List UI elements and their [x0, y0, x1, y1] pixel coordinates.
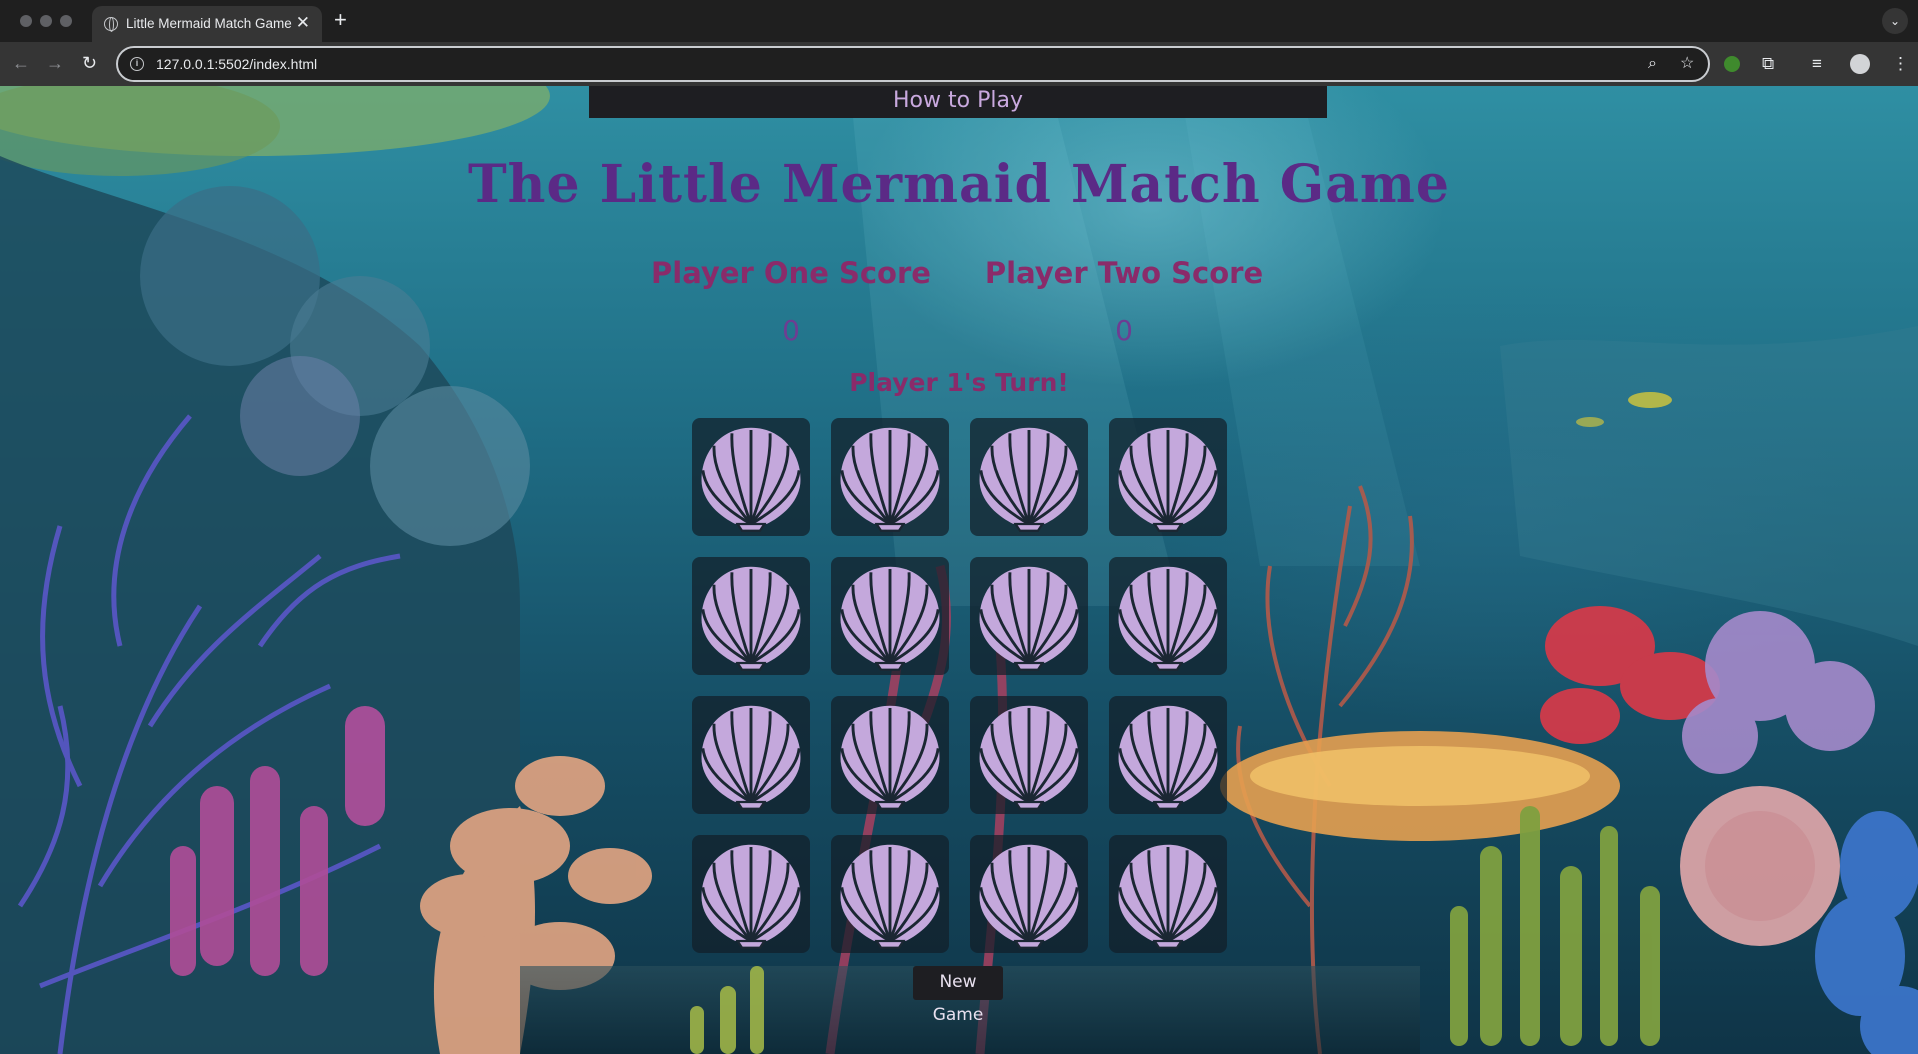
- memory-card[interactable]: [692, 835, 810, 953]
- memory-card[interactable]: [970, 696, 1088, 814]
- seashell-icon: [840, 844, 940, 949]
- window-zoom-dot[interactable]: [60, 15, 72, 27]
- player-two-score-value: 0: [1115, 314, 1133, 347]
- seashell-icon: [979, 566, 1079, 671]
- seashell-icon: [979, 844, 1079, 949]
- reload-icon[interactable]: ↻: [82, 51, 97, 75]
- memory-card[interactable]: [970, 835, 1088, 953]
- seashell-icon: [701, 566, 801, 671]
- browser-tab[interactable]: Little Mermaid Match Game ✕: [92, 6, 322, 42]
- memory-card[interactable]: [692, 418, 810, 536]
- seashell-icon: [701, 705, 801, 810]
- media-controls-icon[interactable]: ≡: [1812, 54, 1822, 74]
- memory-card[interactable]: [970, 557, 1088, 675]
- seashell-icon: [840, 566, 940, 671]
- memory-card[interactable]: [692, 696, 810, 814]
- seashell-icon: [1118, 705, 1218, 810]
- window-close-dot[interactable]: [20, 15, 32, 27]
- memory-card[interactable]: [970, 418, 1088, 536]
- seashell-icon: [1118, 566, 1218, 671]
- extensions-puzzle-icon[interactable]: ⧉: [1762, 54, 1774, 74]
- window-minimize-dot[interactable]: [40, 15, 52, 27]
- seashell-icon: [840, 705, 940, 810]
- player-two-score-label: Player Two Score: [984, 256, 1264, 290]
- back-icon[interactable]: ←: [12, 51, 30, 75]
- tab-title: Little Mermaid Match Game: [126, 16, 292, 31]
- seashell-icon: [1118, 427, 1218, 532]
- memory-card[interactable]: [1109, 696, 1227, 814]
- how-to-play-button[interactable]: How to Play: [589, 86, 1327, 118]
- page-viewport: How to Play The Little Mermaid Match Gam…: [0, 86, 1918, 1054]
- underwater-background: [0, 86, 1918, 1054]
- browser-tab-bar: Little Mermaid Match Game ✕ + ⌄: [0, 0, 1918, 42]
- menu-kebab-icon[interactable]: ⋮: [1892, 54, 1909, 74]
- seashell-icon: [1118, 844, 1218, 949]
- seashell-icon: [701, 427, 801, 532]
- page-title: The Little Mermaid Match Game: [467, 154, 1450, 215]
- player-one-score-label: Player One Score: [651, 256, 931, 290]
- bookmark-star-icon[interactable]: ☆: [1680, 54, 1694, 74]
- memory-card[interactable]: [831, 835, 949, 953]
- zoom-icon[interactable]: ⌕: [1648, 54, 1657, 74]
- memory-card[interactable]: [1109, 835, 1227, 953]
- seashell-icon: [701, 844, 801, 949]
- seashell-icon: [840, 427, 940, 532]
- memory-card[interactable]: [1109, 418, 1227, 536]
- memory-card[interactable]: [1109, 557, 1227, 675]
- new-game-button[interactable]: New Game: [913, 966, 1003, 1025]
- tab-search-icon[interactable]: ⌄: [1882, 8, 1908, 34]
- url-text: 127.0.0.1:5502/index.html: [156, 56, 318, 72]
- browser-toolbar: ← → ↻ i 127.0.0.1:5502/index.html ⌕ ☆ ⧉ …: [0, 42, 1918, 86]
- extension-icon[interactable]: [1724, 56, 1740, 72]
- memory-card[interactable]: [692, 557, 810, 675]
- address-bar[interactable]: i 127.0.0.1:5502/index.html ⌕ ☆: [116, 46, 1710, 82]
- turn-indicator: Player 1's Turn!: [849, 368, 1069, 397]
- seashell-icon: [979, 705, 1079, 810]
- memory-card[interactable]: [831, 557, 949, 675]
- memory-card[interactable]: [831, 696, 949, 814]
- player-one-score-value: 0: [782, 314, 800, 347]
- seashell-icon: [979, 427, 1079, 532]
- memory-card[interactable]: [831, 418, 949, 536]
- tab-close-icon[interactable]: ✕: [296, 14, 310, 31]
- forward-icon[interactable]: →: [46, 51, 64, 75]
- new-tab-icon[interactable]: +: [334, 9, 347, 31]
- profile-avatar[interactable]: [1850, 54, 1870, 74]
- globe-icon: [104, 17, 118, 32]
- site-info-icon[interactable]: i: [130, 57, 144, 71]
